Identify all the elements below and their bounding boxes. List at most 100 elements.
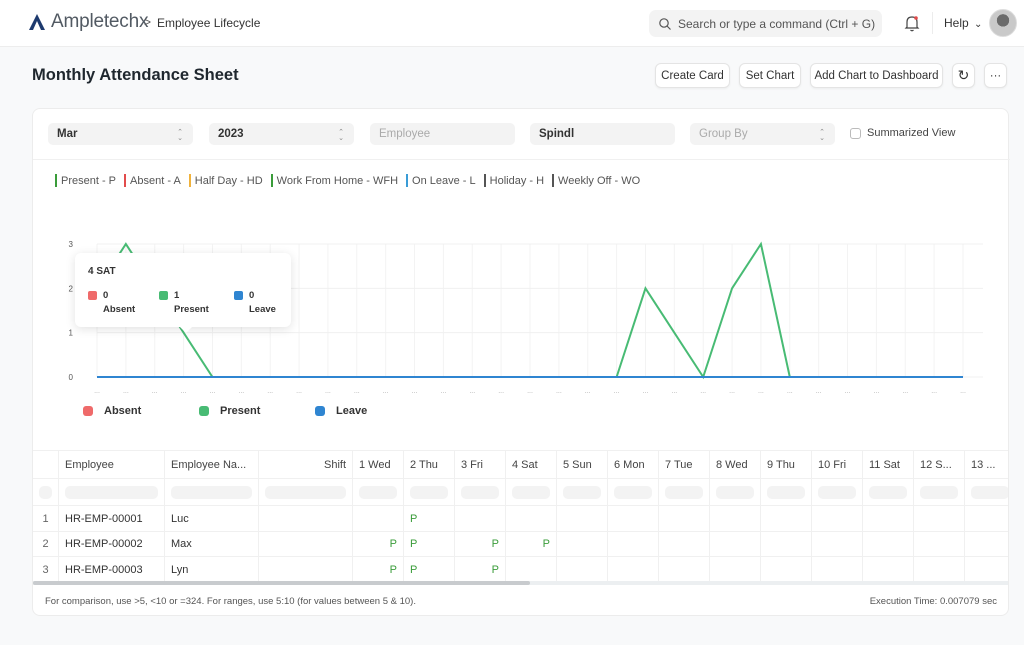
table-cell[interactable]	[863, 531, 914, 557]
table-cell[interactable]	[608, 531, 659, 557]
table-cell[interactable]	[863, 557, 914, 582]
month-select[interactable]: Mar	[48, 123, 193, 145]
table-cell[interactable]	[710, 506, 761, 531]
group-by-select[interactable]: Group By	[690, 123, 835, 145]
column-filter-input[interactable]	[39, 486, 52, 499]
table-cell[interactable]	[353, 506, 404, 531]
column-header[interactable]	[33, 451, 59, 479]
table-cell[interactable]	[761, 531, 812, 557]
column-filter-input[interactable]	[920, 486, 958, 499]
column-filter-input[interactable]	[410, 486, 448, 499]
column-filter-input[interactable]	[869, 486, 907, 499]
column-header[interactable]: 1 Wed	[353, 451, 404, 479]
table-cell[interactable]: P	[455, 557, 506, 582]
chart-legend-leave[interactable]: Leave	[315, 405, 367, 417]
column-header[interactable]: Employee Na...	[165, 451, 259, 479]
employee-input[interactable]: Employee	[370, 123, 515, 145]
column-header[interactable]: Shift	[259, 451, 353, 479]
table-cell[interactable]: HR-EMP-00001	[59, 506, 165, 531]
table-cell[interactable]	[259, 506, 353, 531]
table-cell[interactable]	[965, 557, 1008, 582]
column-filter-input[interactable]	[767, 486, 805, 499]
table-cell[interactable]	[259, 531, 353, 557]
table-cell[interactable]: P	[455, 531, 506, 557]
create-card-button[interactable]: Create Card	[655, 63, 730, 88]
column-header[interactable]: 12 S...	[914, 451, 965, 479]
column-header[interactable]: 3 Fri	[455, 451, 506, 479]
column-filter-input[interactable]	[171, 486, 252, 499]
table-cell[interactable]	[506, 557, 557, 582]
column-header[interactable]: 2 Thu	[404, 451, 455, 479]
refresh-button[interactable]: ↻	[952, 63, 975, 88]
column-header[interactable]: 10 Fri	[812, 451, 863, 479]
column-filter-input[interactable]	[818, 486, 856, 499]
table-cell[interactable]	[812, 557, 863, 582]
table-cell[interactable]	[557, 531, 608, 557]
user-avatar[interactable]	[989, 9, 1017, 37]
table-cell[interactable]: P	[404, 557, 455, 582]
company-input[interactable]: Spindl	[530, 123, 675, 145]
table-cell[interactable]: P	[353, 557, 404, 582]
table-cell[interactable]	[914, 531, 965, 557]
add-chart-to-dashboard-button[interactable]: Add Chart to Dashboard	[810, 63, 943, 88]
table-cell[interactable]: P	[353, 531, 404, 557]
column-header[interactable]: 9 Thu	[761, 451, 812, 479]
column-header[interactable]: 6 Mon	[608, 451, 659, 479]
column-filter-input[interactable]	[971, 486, 1008, 499]
column-header[interactable]: 5 Sun	[557, 451, 608, 479]
table-cell[interactable]: Max	[165, 531, 259, 557]
scrollbar-thumb[interactable]	[33, 581, 530, 585]
column-header[interactable]: Employee	[59, 451, 165, 479]
table-cell[interactable]	[914, 506, 965, 531]
table-cell[interactable]	[863, 506, 914, 531]
table-cell[interactable]	[557, 557, 608, 582]
column-filter-input[interactable]	[359, 486, 397, 499]
table-cell[interactable]	[914, 557, 965, 582]
search-input[interactable]: Search or type a command (Ctrl + G)	[649, 10, 882, 37]
table-cell[interactable]	[608, 506, 659, 531]
breadcrumb-employee-lifecycle[interactable]: Employee Lifecycle	[157, 16, 260, 30]
column-filter-input[interactable]	[512, 486, 550, 499]
column-header[interactable]: 4 Sat	[506, 451, 557, 479]
table-cell[interactable]	[812, 506, 863, 531]
table-cell[interactable]	[965, 506, 1008, 531]
column-filter-input[interactable]	[265, 486, 346, 499]
table-cell[interactable]	[557, 506, 608, 531]
table-cell[interactable]	[659, 557, 710, 582]
column-filter-input[interactable]	[65, 486, 158, 499]
column-filter-input[interactable]	[614, 486, 652, 499]
table-cell[interactable]	[506, 506, 557, 531]
table-cell[interactable]	[710, 557, 761, 582]
table-cell[interactable]	[710, 531, 761, 557]
chart-legend-present[interactable]: Present	[199, 405, 260, 417]
set-chart-button[interactable]: Set Chart	[739, 63, 801, 88]
column-header[interactable]: 7 Tue	[659, 451, 710, 479]
more-options-button[interactable]: ···	[984, 63, 1007, 88]
column-header[interactable]: 11 Sat	[863, 451, 914, 479]
summarized-view-checkbox[interactable]	[850, 128, 861, 139]
table-horizontal-scrollbar[interactable]	[33, 581, 1008, 585]
table-cell[interactable]: Lyn	[165, 557, 259, 582]
table-cell[interactable]	[761, 506, 812, 531]
table-cell[interactable]	[812, 531, 863, 557]
table-cell[interactable]: HR-EMP-00003	[59, 557, 165, 582]
table-cell[interactable]	[659, 531, 710, 557]
column-filter-input[interactable]	[716, 486, 754, 499]
chart-legend-absent[interactable]: Absent	[83, 405, 141, 417]
column-filter-input[interactable]	[563, 486, 601, 499]
table-cell[interactable]: P	[506, 531, 557, 557]
column-filter-input[interactable]	[461, 486, 499, 499]
table-cell[interactable]	[259, 557, 353, 582]
help-dropdown[interactable]: Help ⌄	[944, 16, 982, 30]
table-cell[interactable]	[659, 506, 710, 531]
notification-bell-icon[interactable]	[904, 14, 920, 32]
table-cell[interactable]	[455, 506, 506, 531]
table-cell[interactable]: P	[404, 506, 455, 531]
year-select[interactable]: 2023	[209, 123, 354, 145]
table-cell[interactable]	[965, 532, 1008, 557]
column-header[interactable]: 13 ...	[965, 451, 1008, 479]
app-logo[interactable]: Ampletechx	[28, 11, 148, 33]
table-cell[interactable]: P	[404, 531, 455, 557]
table-cell[interactable]: Luc	[165, 506, 259, 531]
table-cell[interactable]: HR-EMP-00002	[59, 531, 165, 557]
